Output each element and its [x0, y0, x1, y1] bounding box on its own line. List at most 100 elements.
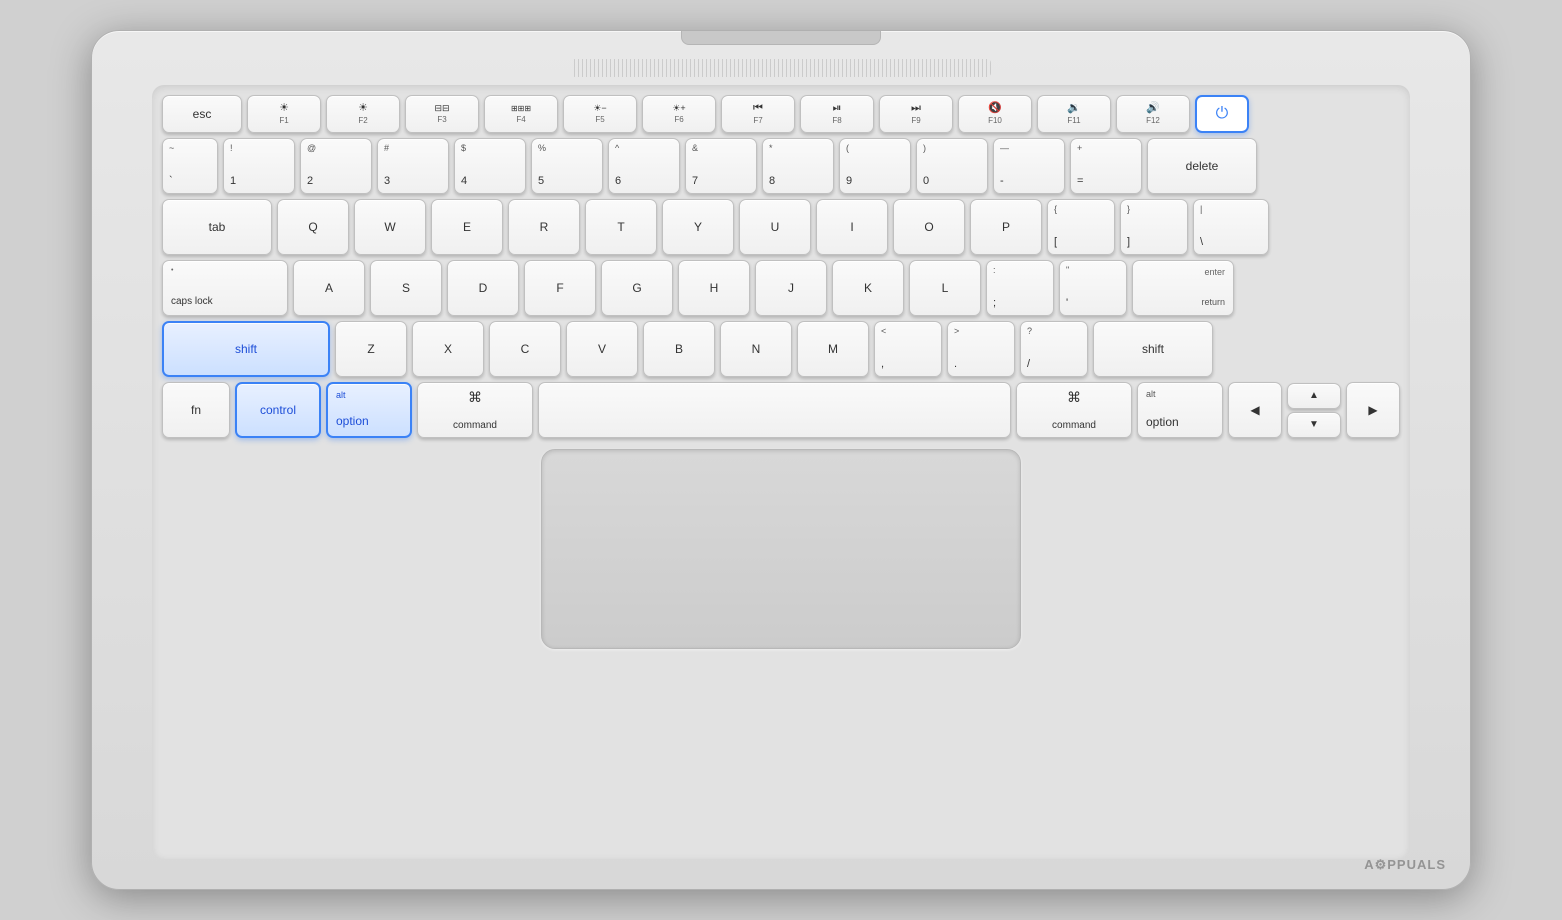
key-p[interactable]: P: [970, 199, 1042, 255]
key-l[interactable]: L: [909, 260, 981, 316]
key-open-bracket[interactable]: { [: [1047, 199, 1115, 255]
key-close-bracket[interactable]: } ]: [1120, 199, 1188, 255]
f9-label: F9: [911, 116, 920, 125]
key-8[interactable]: * 8: [762, 138, 834, 194]
key-g[interactable]: G: [601, 260, 673, 316]
key-4[interactable]: $ 4: [454, 138, 526, 194]
key-3[interactable]: # 3: [377, 138, 449, 194]
key-option-left[interactable]: alt option: [326, 382, 412, 438]
option-left-label: option: [336, 414, 369, 428]
key-quote[interactable]: " ': [1059, 260, 1127, 316]
key-k[interactable]: K: [832, 260, 904, 316]
key-h[interactable]: H: [678, 260, 750, 316]
key-i[interactable]: I: [816, 199, 888, 255]
key-a[interactable]: A: [293, 260, 365, 316]
tab-label: tab: [209, 220, 226, 234]
key-6[interactable]: ^ 6: [608, 138, 680, 194]
key-2[interactable]: @ 2: [300, 138, 372, 194]
key-control[interactable]: control: [235, 382, 321, 438]
key-power[interactable]: ⏻: [1195, 95, 1249, 133]
trackpad[interactable]: [541, 449, 1021, 649]
key-minus[interactable]: — -: [993, 138, 1065, 194]
f9-icon: ⏭: [911, 103, 921, 114]
key-t[interactable]: T: [585, 199, 657, 255]
key-d[interactable]: D: [447, 260, 519, 316]
key-semicolon[interactable]: : ;: [986, 260, 1054, 316]
key-f3[interactable]: ⊟⊟ F3: [405, 95, 479, 133]
key-f1[interactable]: ☀ F1: [247, 95, 321, 133]
key-backtick[interactable]: ~ `: [162, 138, 218, 194]
key-f[interactable]: F: [524, 260, 596, 316]
key-z[interactable]: Z: [335, 321, 407, 377]
key-command-right[interactable]: ⌘ command: [1016, 382, 1132, 438]
key-s[interactable]: S: [370, 260, 442, 316]
key-esc-label: esc: [193, 107, 212, 121]
hinge-notch: [681, 31, 881, 45]
key-slash[interactable]: ? /: [1020, 321, 1088, 377]
key-shift-right[interactable]: shift: [1093, 321, 1213, 377]
key-0[interactable]: ) 0: [916, 138, 988, 194]
key-y[interactable]: Y: [662, 199, 734, 255]
key-comma[interactable]: < ,: [874, 321, 942, 377]
key-v[interactable]: V: [566, 321, 638, 377]
key-c[interactable]: C: [489, 321, 561, 377]
key-backslash[interactable]: | \: [1193, 199, 1269, 255]
zxcv-key-row: shift Z X C V B N M < , > . ? / shift: [162, 321, 1400, 377]
key-b[interactable]: B: [643, 321, 715, 377]
key-shift-left[interactable]: shift: [162, 321, 330, 377]
f10-icon: 🔇: [988, 103, 1002, 114]
key-arrow-right[interactable]: ▶: [1346, 382, 1400, 438]
key-equals[interactable]: + =: [1070, 138, 1142, 194]
key-arrow-left[interactable]: ◀: [1228, 382, 1282, 438]
key-space[interactable]: [538, 382, 1011, 438]
f7-label: F7: [753, 116, 762, 125]
f2-icon: ☀: [358, 103, 368, 114]
key-n[interactable]: N: [720, 321, 792, 377]
key-capslock[interactable]: • caps lock: [162, 260, 288, 316]
key-enter[interactable]: enter return: [1132, 260, 1234, 316]
key-option-right[interactable]: alt option: [1137, 382, 1223, 438]
key-5[interactable]: % 5: [531, 138, 603, 194]
key-u[interactable]: U: [739, 199, 811, 255]
key-arrow-up[interactable]: ▲: [1287, 383, 1341, 409]
key-m[interactable]: M: [797, 321, 869, 377]
key-tab[interactable]: tab: [162, 199, 272, 255]
key-f9[interactable]: ⏭ F9: [879, 95, 953, 133]
f2-label: F2: [358, 116, 367, 125]
f12-label: F12: [1146, 116, 1160, 125]
key-1[interactable]: ! 1: [223, 138, 295, 194]
key-f11[interactable]: 🔉 F11: [1037, 95, 1111, 133]
f5-label: F5: [595, 115, 604, 124]
number-key-row: ~ ` ! 1 @ 2 # 3 $ 4 % 5: [162, 138, 1400, 194]
key-command-left[interactable]: ⌘ command: [417, 382, 533, 438]
key-f5[interactable]: ☀− F5: [563, 95, 637, 133]
bottom-key-row: fn control alt option ⌘ command ⌘ comman…: [162, 382, 1400, 438]
key-delete[interactable]: delete: [1147, 138, 1257, 194]
key-e[interactable]: E: [431, 199, 503, 255]
key-f10[interactable]: 🔇 F10: [958, 95, 1032, 133]
key-arrow-down[interactable]: ▼: [1287, 412, 1341, 438]
key-period[interactable]: > .: [947, 321, 1015, 377]
asdf-key-row: • caps lock A S D F G H J K L : ; " ' en…: [162, 260, 1400, 316]
key-f4[interactable]: ⊞⊞⊞ F4: [484, 95, 558, 133]
key-r[interactable]: R: [508, 199, 580, 255]
key-fn[interactable]: fn: [162, 382, 230, 438]
key-w[interactable]: W: [354, 199, 426, 255]
f1-label: F1: [279, 116, 288, 125]
key-j[interactable]: J: [755, 260, 827, 316]
key-f7[interactable]: ⏮ F7: [721, 95, 795, 133]
key-9[interactable]: ( 9: [839, 138, 911, 194]
key-esc[interactable]: esc: [162, 95, 242, 133]
key-f8[interactable]: ⏯ F8: [800, 95, 874, 133]
key-f2[interactable]: ☀ F2: [326, 95, 400, 133]
f12-icon: 🔊: [1146, 103, 1160, 114]
key-q[interactable]: Q: [277, 199, 349, 255]
f11-label: F11: [1067, 116, 1080, 125]
key-7[interactable]: & 7: [685, 138, 757, 194]
key-x[interactable]: X: [412, 321, 484, 377]
f6-icon: ☀+: [672, 104, 685, 113]
f3-label: F3: [437, 115, 446, 124]
key-f6[interactable]: ☀+ F6: [642, 95, 716, 133]
key-f12[interactable]: 🔊 F12: [1116, 95, 1190, 133]
key-o[interactable]: O: [893, 199, 965, 255]
